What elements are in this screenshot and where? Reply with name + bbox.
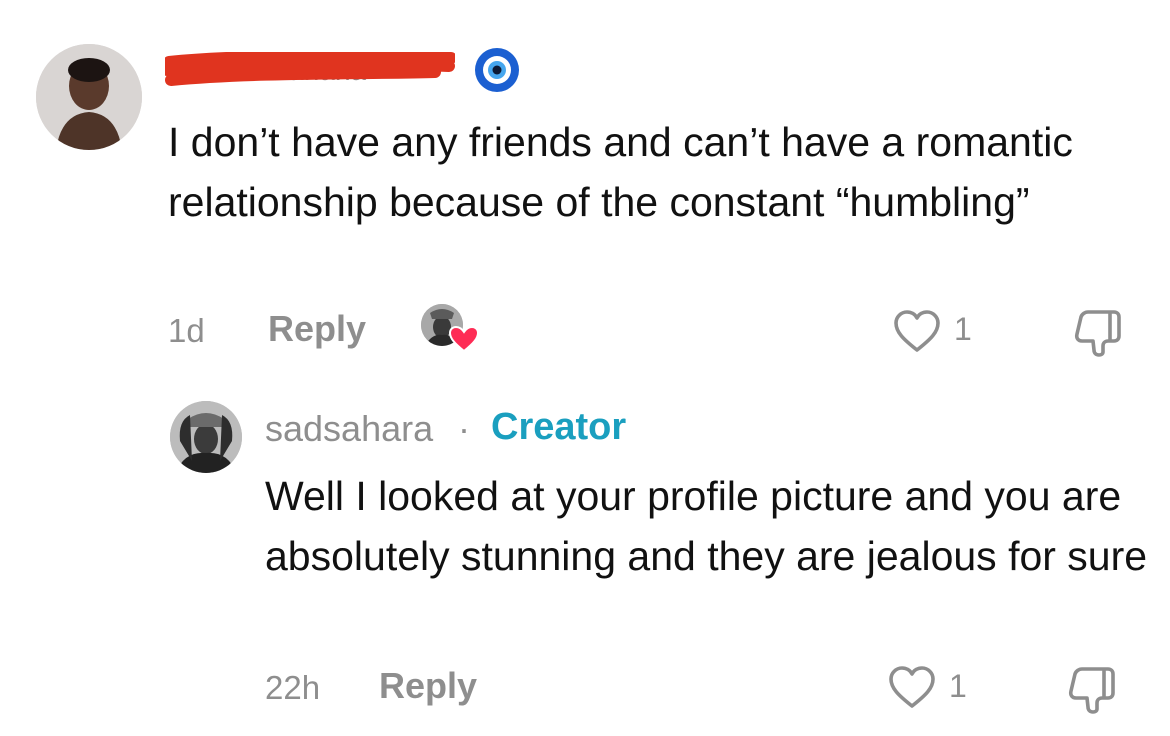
commenter-avatar[interactable] (36, 44, 142, 150)
redaction-scribble (165, 52, 455, 86)
reply-username[interactable]: sadsahara (265, 408, 433, 450)
comment-timestamp: 1d (168, 312, 205, 349)
comment-reply-button[interactable]: Reply (268, 308, 366, 350)
evil-eye-icon (475, 48, 519, 92)
reply-separator: · (458, 408, 470, 449)
creator-avatar[interactable] (170, 401, 242, 473)
creator-liked-badge (420, 303, 480, 353)
like-heart-icon[interactable] (892, 308, 942, 354)
reply-like-count: 1 (949, 668, 967, 704)
comment-text: I don’t have any friends and can’t have … (168, 119, 1073, 225)
reply-reply-button[interactable]: Reply (379, 665, 477, 707)
creator-liked-heart-icon (421, 304, 480, 353)
thumbs-down-icon[interactable] (1070, 306, 1128, 358)
like-heart-icon[interactable] (887, 664, 937, 710)
reply-text: Well I looked at your profile picture an… (265, 473, 1148, 579)
comment-like-count: 1 (954, 311, 972, 347)
thumbs-down-icon[interactable] (1064, 663, 1122, 715)
creator-badge: Creator (491, 406, 627, 448)
reply-timestamp: 22h (265, 669, 321, 706)
